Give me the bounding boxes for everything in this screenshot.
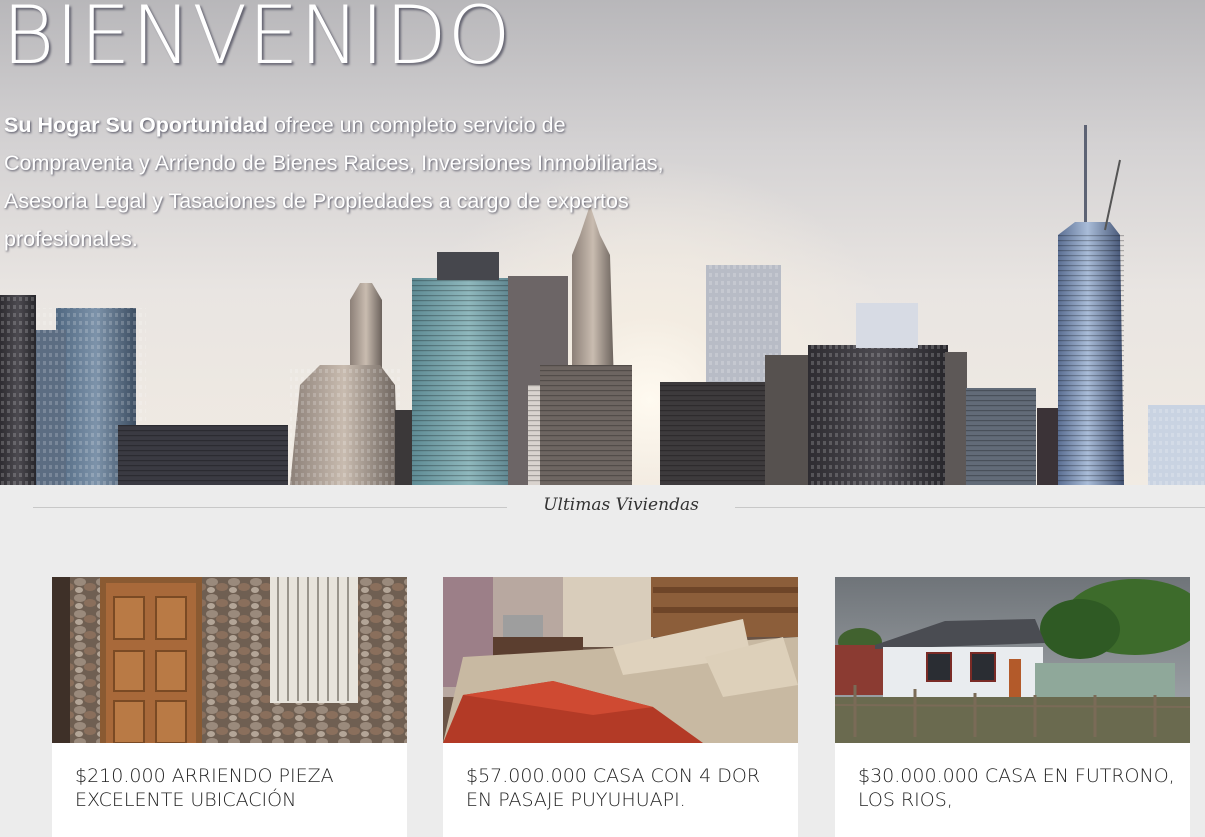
listing-card[interactable]: $30.000.000 CASA EN FUTRONO, LOS RIOS, xyxy=(835,577,1190,837)
listing-card[interactable]: $57.000.000 CASA CON 4 DOR EN PASAJE PUY… xyxy=(443,577,798,837)
listing-photo[interactable] xyxy=(835,577,1190,743)
listing-photo[interactable] xyxy=(443,577,798,743)
hero-description: Su Hogar Su Oportunidad ofrece un comple… xyxy=(4,106,684,258)
listing-card[interactable]: $210.000 ARRIENDO PIEZA EXCELENTE UBICAC… xyxy=(52,577,407,837)
listing-title[interactable]: $57.000.000 CASA CON 4 DOR EN PASAJE PUY… xyxy=(466,764,786,812)
listing-photo[interactable] xyxy=(52,577,407,743)
hero-banner: BIENVENIDO Su Hogar Su Oportunidad ofrec… xyxy=(0,0,1205,485)
section-title: Ultimas Viviendas xyxy=(507,492,735,518)
brand-name: Su Hogar Su Oportunidad xyxy=(4,113,268,137)
listing-title[interactable]: $30.000.000 CASA EN FUTRONO, LOS RIOS, xyxy=(858,764,1178,812)
hero-title: BIENVENIDO xyxy=(2,0,512,82)
listing-title[interactable]: $210.000 ARRIENDO PIEZA EXCELENTE UBICAC… xyxy=(75,764,395,812)
section-header: Ultimas Viviendas xyxy=(0,485,1205,530)
